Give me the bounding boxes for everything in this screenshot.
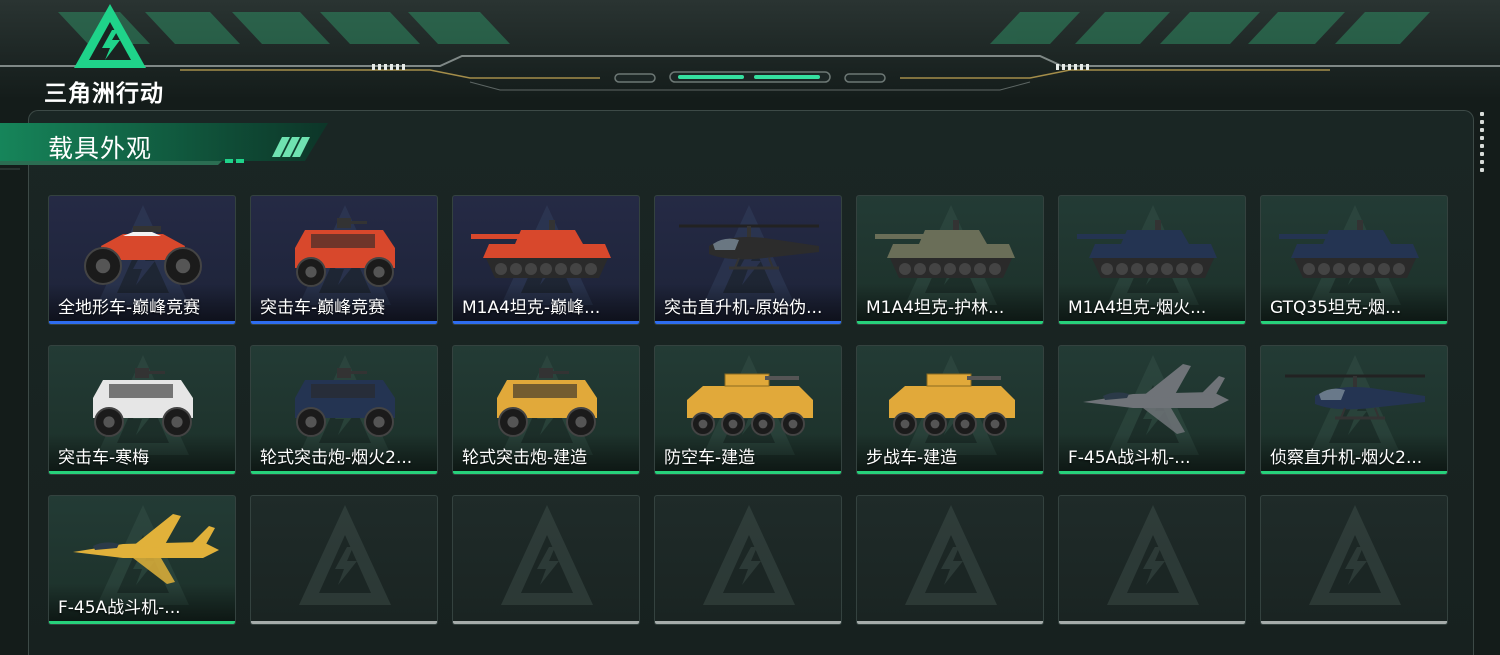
empty-slot[interactable] — [1058, 495, 1246, 625]
vehicle-skin-label: M1A4坦克-护林... — [866, 298, 1005, 318]
vehicle-skin-label: 全地形车-巅峰竞赛 — [58, 298, 201, 318]
vehicle-skin-card[interactable]: 突击车-巅峰竞赛 — [250, 195, 438, 325]
scout-helicopter-icon — [1285, 374, 1425, 420]
rarity-bar — [1059, 621, 1245, 624]
apc-icon — [889, 373, 1015, 436]
vehicle-skin-label: 步战车-建造 — [866, 448, 958, 468]
assault-vehicle-icon — [93, 368, 193, 437]
rarity-bar — [1059, 321, 1245, 324]
vehicle-skin-label: 突击车-寒梅 — [58, 448, 150, 468]
rarity-bar — [1261, 621, 1447, 624]
vehicle-skin-label: 突击直升机-原始伪... — [664, 298, 823, 318]
rarity-bar — [1261, 321, 1447, 324]
delta-logo-icon — [905, 505, 997, 605]
tank-icon — [1077, 220, 1217, 278]
rarity-bar — [251, 471, 437, 474]
top-header — [0, 0, 1500, 100]
vehicle-skin-card[interactable]: M1A4坦克-巅峰... — [452, 195, 640, 325]
vehicle-skin-grid: 全地形车-巅峰竞赛 突击车-巅峰竞赛 M1A4坦克-巅峰... 突击直升机-原始… — [48, 195, 1450, 627]
vehicle-skin-label: 侦察直升机-烟火2... — [1270, 448, 1423, 468]
rarity-bar — [655, 471, 841, 474]
rarity-bar — [49, 321, 235, 324]
rarity-bar — [857, 321, 1043, 324]
delta-logo-icon — [74, 4, 146, 68]
rarity-bar — [49, 621, 235, 624]
rarity-bar — [1059, 471, 1245, 474]
vehicle-skin-card[interactable]: 侦察直升机-烟火2... — [1260, 345, 1448, 475]
game-logo: 三角洲行动 — [40, 2, 190, 107]
vehicle-skin-label: 防空车-建造 — [664, 448, 756, 468]
rarity-bar — [251, 321, 437, 324]
vehicle-skin-card[interactable]: M1A4坦克-护林... — [856, 195, 1044, 325]
empty-slot[interactable] — [1260, 495, 1448, 625]
vehicle-skin-card[interactable]: 步战车-建造 — [856, 345, 1044, 475]
panel-scroll-indicator — [1480, 112, 1484, 176]
empty-slot[interactable] — [856, 495, 1044, 625]
rarity-bar — [251, 621, 437, 624]
vehicle-skin-card[interactable]: 突击直升机-原始伪... — [654, 195, 842, 325]
delta-logo-icon — [703, 505, 795, 605]
vehicle-skin-card[interactable]: 轮式突击炮-烟火2... — [250, 345, 438, 475]
assault-vehicle-icon — [295, 218, 395, 287]
vehicle-skin-label: M1A4坦克-烟火... — [1068, 298, 1207, 318]
rarity-bar — [453, 471, 639, 474]
tank-icon — [471, 220, 611, 278]
vehicle-skin-label: 轮式突击炮-烟火2... — [260, 448, 413, 468]
vehicle-skin-card[interactable]: 防空车-建造 — [654, 345, 842, 475]
rarity-bar — [655, 621, 841, 624]
vehicle-skin-card[interactable]: GTQ35坦克-烟... — [1260, 195, 1448, 325]
vehicle-skin-label: M1A4坦克-巅峰... — [462, 298, 601, 318]
empty-slot[interactable] — [654, 495, 842, 625]
delta-logo-icon — [1107, 505, 1199, 605]
attack-helicopter-icon — [679, 224, 819, 270]
tank-icon — [1279, 220, 1419, 278]
header-decoration — [0, 12, 1500, 91]
atv-icon — [84, 226, 202, 285]
vehicle-skin-label: 突击车-巅峰竞赛 — [260, 298, 386, 318]
delta-logo-icon — [501, 505, 593, 605]
vehicle-skin-card[interactable]: M1A4坦克-烟火... — [1058, 195, 1246, 325]
rarity-bar — [655, 321, 841, 324]
empty-slot[interactable] — [452, 495, 640, 625]
rarity-bar — [1261, 471, 1447, 474]
section-title-tab: 载具外观 — [0, 121, 330, 176]
vehicle-skin-label: 轮式突击炮-建造 — [462, 448, 588, 468]
rarity-bar — [453, 621, 639, 624]
assault-vehicle-icon — [497, 368, 597, 437]
logo-text: 三角洲行动 — [44, 81, 164, 107]
vehicle-skin-label: F-45A战斗机-... — [58, 598, 181, 618]
tank-icon — [875, 220, 1015, 278]
delta-logo-icon — [1309, 505, 1401, 605]
rarity-bar — [857, 621, 1043, 624]
vehicle-skin-label: GTQ35坦克-烟... — [1270, 298, 1402, 318]
section-title: 载具外观 — [48, 134, 153, 163]
vehicle-skin-card[interactable]: F-45A战斗机-... — [48, 495, 236, 625]
vehicle-skin-card[interactable]: 突击车-寒梅 — [48, 345, 236, 475]
fighter-jet-icon — [1083, 364, 1229, 434]
rarity-bar — [453, 321, 639, 324]
apc-icon — [687, 373, 813, 436]
rarity-bar — [857, 471, 1043, 474]
fighter-jet-icon — [73, 514, 219, 584]
assault-vehicle-icon — [295, 368, 395, 437]
empty-slot[interactable] — [250, 495, 438, 625]
vehicle-skin-card[interactable]: 轮式突击炮-建造 — [452, 345, 640, 475]
delta-logo-icon — [299, 505, 391, 605]
vehicle-skin-card[interactable]: 全地形车-巅峰竞赛 — [48, 195, 236, 325]
vehicle-skin-card[interactable]: F-45A战斗机-... — [1058, 345, 1246, 475]
vehicle-skin-label: F-45A战斗机-... — [1068, 448, 1191, 468]
rarity-bar — [49, 471, 235, 474]
